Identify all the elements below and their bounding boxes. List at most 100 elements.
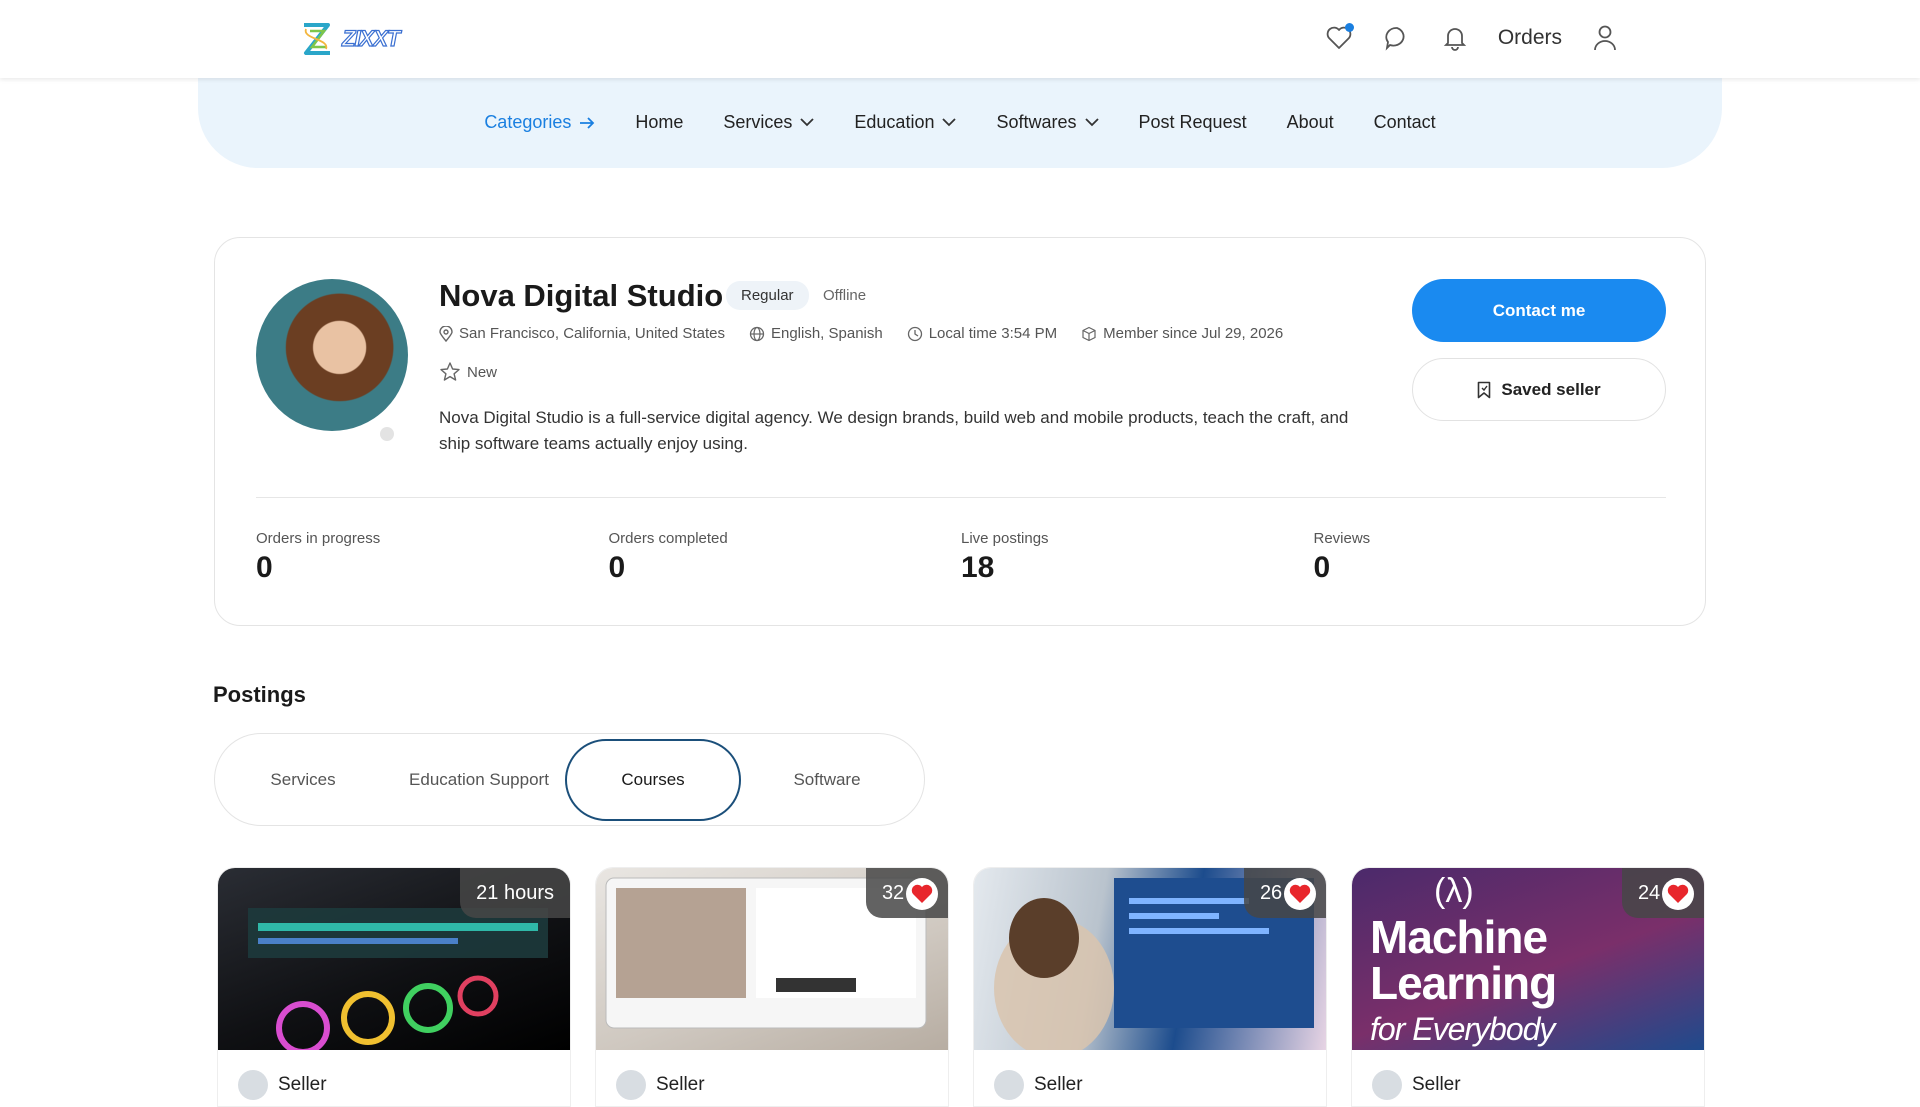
nav-categories-label: Categories [484,112,572,132]
seller-info: Seller [1372,1070,1461,1100]
user-icon [1594,25,1616,51]
stat-value: 18 [961,551,995,584]
nav-education-label: Education [854,112,935,132]
posting-card[interactable]: (λ) Machine Learning for Everybody 24 ho… [1351,867,1705,1107]
favorite-button[interactable] [906,878,938,910]
nav-softwares-label: Softwares [996,112,1077,132]
course-subtitle: for Everybody [1370,1011,1555,1047]
posting-card[interactable]: 32 ho Seller [595,867,949,1107]
location-text: San Francisco, California, United States [459,325,725,342]
saved-seller-label: Saved seller [1501,379,1601,399]
posting-card[interactable]: 26 ho Seller [973,867,1327,1107]
posting-image: 26 ho [974,868,1326,1050]
level-badge: Regular [726,281,809,310]
account-button[interactable] [1590,23,1620,53]
posting-card[interactable]: 21 hours Seller [217,867,571,1107]
stat-value: 0 [1313,551,1331,584]
nav-services-label: Services [723,112,793,132]
tab-education-support[interactable]: Education Support [391,739,567,821]
top-actions: Orders [1324,18,1620,58]
contact-me-button[interactable]: Contact me [1412,279,1666,342]
favorite-button[interactable] [1284,878,1316,910]
posting-image: 32 ho [596,868,948,1050]
stat-reviews: Reviews 0 [1314,530,1667,585]
stat-label: Orders completed [608,530,728,547]
seller-info: Seller [238,1070,327,1100]
postings-grid: 21 hours Seller 32 ho Seller [217,867,1705,1107]
tab-services[interactable]: Services [215,739,391,821]
local-time-text: Local time 3:54 PM [928,325,1058,342]
course-title: Machine Learning for Everybody [1370,914,1570,1050]
course-title-main: Machine Learning [1370,911,1557,1009]
rating: New [439,361,497,383]
stat-orders-completed: Orders completed 0 [609,530,962,585]
notification-dot [1344,23,1354,32]
local-time: Local time 3:54 PM [907,325,1057,342]
logo-text: ZIXXT [341,25,401,51]
chat-icon [1385,27,1405,51]
languages-text: English, Spanish [770,325,883,342]
messages-button[interactable] [1382,23,1412,53]
chevron-down-icon [942,118,957,127]
main-nav-band: Categories Home Services Education Softw… [198,70,1722,168]
tab-courses[interactable]: Courses [565,738,741,821]
posting-image: 21 hours [218,868,570,1050]
stat-value: 0 [256,551,273,584]
nav-home[interactable]: Home [635,112,683,133]
status-dot [380,427,394,441]
logo-mark-icon [304,23,330,55]
course-logo: (λ) [1434,872,1474,910]
nav-categories[interactable]: Categories [484,112,595,133]
nav-softwares[interactable]: Softwares [996,112,1099,133]
favorites-button[interactable] [1324,23,1354,53]
seller-info: Seller [616,1070,705,1100]
seller-meta: San Francisco, California, United States… [439,325,1283,342]
cube-icon [1082,326,1096,341]
seller-label: Seller [1034,1074,1083,1095]
bookmark-icon [1478,381,1491,398]
postings-tabs: Services Education Support Courses Softw… [214,733,925,826]
rating-text: New [467,363,498,381]
nav-education[interactable]: Education [854,112,957,133]
seller-avatar [238,1070,268,1100]
seller-label: Seller [656,1074,705,1095]
profile-card: Nova Digital Studio Regular Offline San … [214,237,1706,626]
seller-bio: Nova Digital Studio is a full-service di… [439,408,1349,453]
top-bar: ZIXXT Orders [0,0,1920,78]
nav-about[interactable]: About [1287,112,1334,133]
seller-avatar [994,1070,1024,1100]
clock-icon [907,326,922,341]
seller-avatar [1372,1070,1402,1100]
tab-software[interactable]: Software [739,739,915,821]
seller-label: Seller [278,1074,327,1095]
location: San Francisco, California, United States [439,325,725,342]
seller-info: Seller [994,1070,1083,1100]
seller-avatar [616,1070,646,1100]
stat-label: Live postings [961,530,1049,547]
orders-link[interactable]: Orders [1498,26,1562,50]
languages: English, Spanish [749,325,883,342]
postings-title: Postings [213,682,306,707]
nav-post-request[interactable]: Post Request [1139,112,1247,133]
notifications-button[interactable] [1440,23,1470,53]
seller-label: Seller [1412,1074,1461,1095]
heart-filled-icon [911,884,933,903]
nav-contact[interactable]: Contact [1374,112,1436,133]
seller-name: Nova Digital Studio [439,278,724,313]
bell-icon [1443,28,1466,51]
logo[interactable]: ZIXXT [300,17,401,61]
chevron-down-icon [1084,118,1099,127]
favorite-button[interactable] [1662,878,1694,910]
member-since-text: Member since Jul 29, 2026 [1103,325,1284,342]
heart-filled-icon [1289,884,1311,903]
star-icon [440,362,460,381]
stat-orders-in-progress: Orders in progress 0 [256,530,609,585]
stat-live-postings: Live postings 18 [961,530,1314,585]
main-nav: Categories Home Services Education Softw… [198,112,1722,133]
globe-icon [749,326,765,341]
location-pin-icon [439,325,453,342]
stat-label: Orders in progress [256,530,381,547]
saved-seller-button[interactable]: Saved seller [1412,358,1666,421]
nav-services[interactable]: Services [723,112,815,133]
avatar [256,279,408,431]
